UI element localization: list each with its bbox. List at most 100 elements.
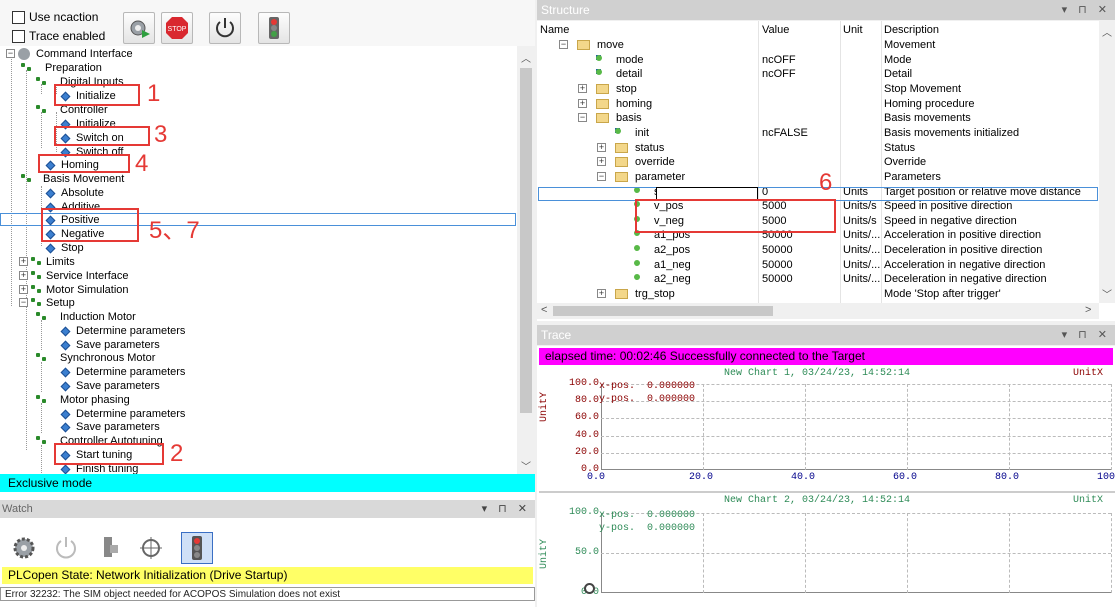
power-button[interactable] xyxy=(209,12,241,44)
x-tick-label: 40.0 xyxy=(791,472,816,483)
structure-row[interactable]: − parameter Parameters xyxy=(537,170,1097,184)
scroll-left-icon[interactable]: < xyxy=(541,304,547,316)
tree-item-command-interface[interactable]: − Command Interface xyxy=(6,47,133,61)
tree-item-determine-3[interactable]: Determine parameters xyxy=(60,407,185,421)
scroll-down-icon[interactable]: ﹀ xyxy=(521,458,531,473)
tree-label: Basis Movement xyxy=(43,173,125,185)
tree-item-setup[interactable]: − Setup xyxy=(19,296,75,310)
panel-controls-icon[interactable]: ▾ ⊓ ✕ xyxy=(1062,325,1111,345)
watch-power-button[interactable] xyxy=(50,532,82,564)
column-header-description[interactable]: Description xyxy=(884,24,939,36)
tree-item-determine-2[interactable]: Determine parameters xyxy=(60,365,185,379)
tree-item-absolute[interactable]: Absolute xyxy=(45,186,104,200)
cell-desc: Status xyxy=(884,141,916,154)
stop-button[interactable]: STOP xyxy=(161,12,193,44)
tree-item-motor-simulation[interactable]: + Motor Simulation xyxy=(19,283,129,297)
cell-name: override xyxy=(635,156,675,169)
structure-row[interactable]: + override Override xyxy=(537,155,1097,169)
structure-row[interactable]: a2_pos 50000 Units/... Deceleration in posi… xyxy=(537,243,1097,257)
cell-desc: Parameters xyxy=(884,170,941,183)
annotation-box-5-7 xyxy=(41,208,139,242)
expand-toggle-icon[interactable]: + xyxy=(578,83,587,93)
panel-controls-icon[interactable]: ▾ ⊓ ✕ xyxy=(482,500,531,518)
trace-chart-2[interactable]: New Chart 2, 03/24/23, 14:52:14 UnitX Un… xyxy=(539,494,1115,607)
structure-row[interactable]: + homing Homing procedure xyxy=(537,97,1097,111)
grid-line xyxy=(601,452,1111,454)
tree-item-limits[interactable]: + Limits xyxy=(19,255,75,269)
scroll-right-icon[interactable]: > xyxy=(1085,304,1091,316)
grid-line xyxy=(805,384,806,470)
tree-item-determine-1[interactable]: Determine parameters xyxy=(60,324,185,338)
cell-desc: Basis movements initialized xyxy=(884,126,1020,139)
traffic-light-icon xyxy=(269,17,279,39)
structure-row[interactable]: − move Movement xyxy=(537,38,1097,52)
tree-item-stop[interactable]: Stop xyxy=(45,241,84,255)
column-header-name[interactable]: Name xyxy=(540,24,569,36)
hscroll-thumb[interactable] xyxy=(553,306,773,316)
group-icon xyxy=(36,311,48,323)
panel-controls-icon[interactable]: ▾ ⊓ ✕ xyxy=(1062,0,1111,20)
run-command-button[interactable] xyxy=(123,12,155,44)
grid-line xyxy=(1009,384,1010,470)
structure-hscrollbar[interactable]: < > xyxy=(537,303,1099,319)
structure-row[interactable]: + trg_stop Mode 'Stop after trigger' xyxy=(537,287,1097,301)
watch-traffic-light-button[interactable] xyxy=(181,532,213,564)
tree-scrollbar[interactable]: ︿ ﹀ xyxy=(517,46,535,474)
tree-label: Motor phasing xyxy=(60,394,130,406)
watch-gear-button[interactable] xyxy=(8,532,40,564)
scroll-up-icon[interactable]: ︿ xyxy=(521,50,531,65)
trace-enabled-label: Trace enabled xyxy=(29,29,106,43)
cell-name: parameter xyxy=(635,170,686,183)
annotation-number-1: 1 xyxy=(147,80,161,107)
tree-item-synchronous-motor[interactable]: Synchronous Motor xyxy=(36,351,155,365)
structure-row[interactable]: mode ncOFF Mode xyxy=(537,53,1097,67)
command-icon xyxy=(60,340,71,351)
tree-item-save-2[interactable]: Save parameters xyxy=(60,379,160,393)
x-tick-label: 100.0 xyxy=(1097,472,1115,483)
use-ncaction-checkbox[interactable]: Use ncaction xyxy=(12,10,98,24)
structure-vscrollbar[interactable]: ︿ ﹀ xyxy=(1099,21,1115,303)
tree-item-service-interface[interactable]: + Service Interface xyxy=(19,269,129,283)
scroll-up-icon[interactable]: ︿ xyxy=(1102,24,1112,39)
column-header-unit[interactable]: Unit xyxy=(843,24,863,36)
cursor-circle-icon[interactable] xyxy=(584,583,595,594)
cell-desc: Homing procedure xyxy=(884,97,975,110)
traffic-light-button[interactable] xyxy=(258,12,290,44)
structure-row[interactable]: a1_neg 50000 Units/... Acceleration in nega… xyxy=(537,258,1097,272)
structure-row[interactable]: + status Status xyxy=(537,141,1097,155)
trace-enabled-checkbox[interactable]: Trace enabled xyxy=(12,29,105,43)
tree-item-induction-motor[interactable]: Induction Motor xyxy=(36,310,136,324)
expand-toggle-icon[interactable]: + xyxy=(597,157,606,167)
crosshair-icon xyxy=(140,537,162,559)
tree-item-preparation[interactable]: Preparation xyxy=(21,61,102,75)
watch-device-button[interactable] xyxy=(93,532,125,564)
cell-desc: Override xyxy=(884,156,927,169)
cell-desc: Speed in positive direction xyxy=(884,200,1013,213)
scroll-down-icon[interactable]: ﹀ xyxy=(1102,286,1112,301)
structure-row[interactable]: init ncFALSE Basis movements initialized xyxy=(537,126,1097,140)
expand-toggle-icon[interactable]: − xyxy=(597,171,606,181)
expand-toggle-icon[interactable]: + xyxy=(578,98,587,108)
structure-row[interactable]: + stop Stop Movement xyxy=(537,82,1097,96)
structure-row[interactable]: − basis Basis movements xyxy=(537,111,1097,125)
expand-toggle-icon[interactable]: + xyxy=(597,289,606,299)
structure-row[interactable]: a2_neg 50000 Units/... Deceleration in nega… xyxy=(537,272,1097,286)
trace-chart-1[interactable]: New Chart 1, 03/24/23, 14:52:14 UnitX Un… xyxy=(539,367,1115,493)
expand-toggle-icon[interactable]: − xyxy=(578,113,587,123)
watch-target-button[interactable] xyxy=(135,532,167,564)
tree-item-motor-phasing[interactable]: Motor phasing xyxy=(36,393,130,407)
tree-label: Motor Simulation xyxy=(46,284,129,296)
cell-name: a2_neg xyxy=(654,273,691,286)
tree-item-basis-movement[interactable]: Basis Movement xyxy=(21,172,124,186)
tree-item-save-1[interactable]: Save parameters xyxy=(60,338,160,352)
expand-toggle-icon[interactable]: + xyxy=(597,142,606,152)
tree-label: Absolute xyxy=(61,187,104,199)
column-header-value[interactable]: Value xyxy=(762,24,789,36)
group-icon xyxy=(36,394,48,406)
trace-status-bar: elapsed time: 00:02:46 Successfully conn… xyxy=(539,348,1113,365)
tree-item-save-3[interactable]: Save parameters xyxy=(60,420,160,434)
scroll-thumb[interactable] xyxy=(520,68,532,413)
x-tick-label: 20.0 xyxy=(689,472,714,483)
expand-toggle-icon[interactable]: − xyxy=(559,40,568,49)
structure-row[interactable]: detail ncOFF Detail xyxy=(537,67,1097,81)
